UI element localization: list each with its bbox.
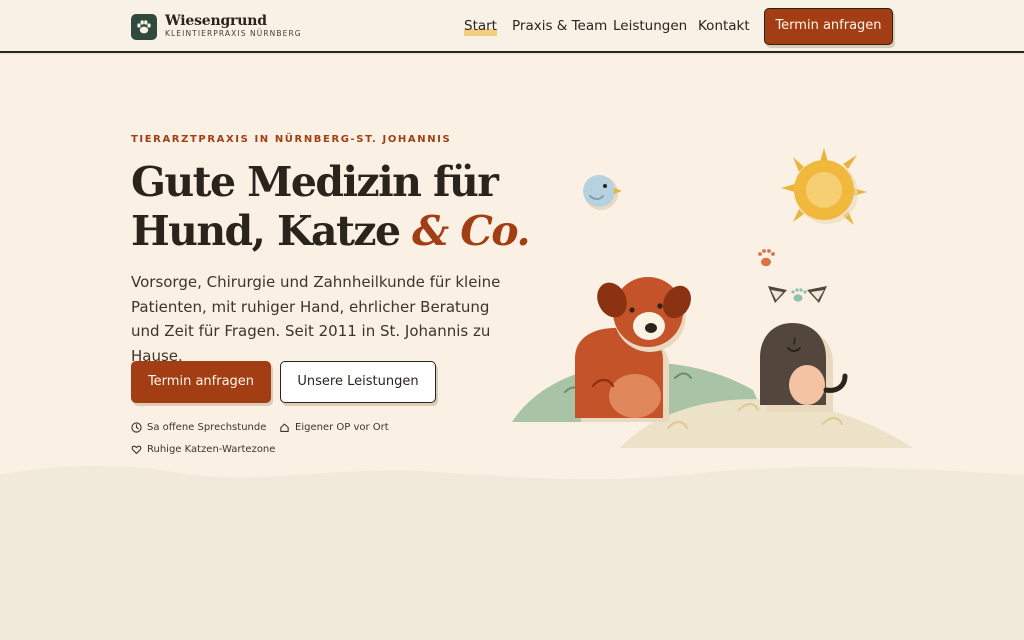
paw-icon [758,249,775,267]
services-button[interactable]: Unsere Leistungen [280,361,436,403]
clock-icon [131,422,142,433]
brand-subtitle: KLEINTIERPRAXIS NÜRNBERG [165,29,302,38]
nav-item-praxis-team[interactable]: Praxis & Team [512,18,607,34]
brand-name[interactable]: Wiesengrund [165,13,267,29]
hero-title-line2-text: Hund, Katze [131,207,401,255]
hero-illustration [512,148,913,448]
nav-item-kontakt[interactable]: Kontakt [698,18,750,34]
appointment-button[interactable]: Termin anfragen [131,361,271,403]
header-appointment-button[interactable]: Termin anfragen [764,8,893,45]
hills [512,362,913,448]
site-header: Wiesengrund KLEINTIERPRAXIS NÜRNBERG Sta… [0,0,1024,53]
feature-surgery: Eigener OP vor Ort [279,422,389,433]
feature-label: Eigener OP vor Ort [295,422,389,433]
home-icon [280,423,289,432]
paw-icon[interactable] [131,14,157,40]
feature-saturday-hours: Sa offene Sprechstunde [131,422,266,433]
heart-icon [131,445,142,454]
sun-icon [781,148,867,225]
feature-cat-waiting-zone: Ruhige Katzen-Wartezone [131,444,275,455]
nav-item-start[interactable]: Start [464,18,497,36]
bird-icon [583,175,622,210]
nav-item-leistungen[interactable]: Leistungen [613,18,687,34]
feature-label: Ruhige Katzen-Wartezone [147,444,276,455]
feature-label: Sa offene Sprechstunde [147,422,267,433]
hero-title-line2: Hund, Katze & Co. [131,207,551,256]
hero-title: Gute Medizin für Hund, Katze & Co. [131,158,551,256]
hero-title-line1: Gute Medizin für [131,158,499,206]
hero-lead: Vorsorge, Chirurgie und Zahnheilkunde fü… [131,273,501,365]
cat-illustration [760,286,848,412]
section-wave-divider [0,465,1024,640]
hero-eyebrow: TIERARZTPRAXIS IN NÜRNBERG-ST. JOHANNIS [131,134,452,145]
